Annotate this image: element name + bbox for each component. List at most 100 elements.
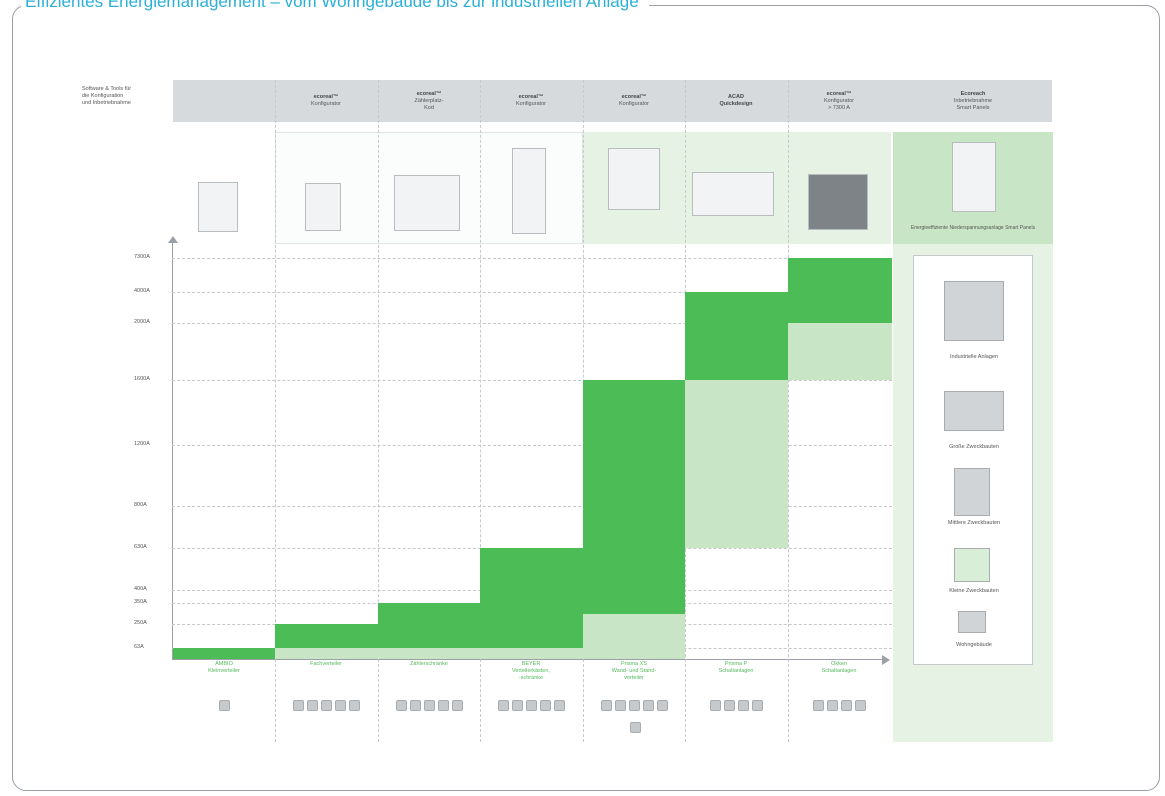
mini-thumbnails (685, 700, 787, 714)
header-col-3: ecoreal™ Zählerplatz- Kod (414, 90, 444, 111)
gridline (172, 258, 892, 259)
enclosure-thumb-icon (737, 700, 749, 711)
enclosure-thumb-icon (306, 700, 318, 711)
enclosure-image-3 (394, 175, 460, 231)
medium-building-icon (954, 468, 990, 516)
category-label: BEYER Verteilerkästen, -schränke (512, 661, 550, 681)
enclosure-thumb-icon (751, 700, 763, 711)
range-bar-fachverteiler-light (275, 648, 378, 659)
enclosure-thumb-icon (451, 700, 463, 711)
enclosure-thumb-icon (409, 700, 421, 711)
legend-label: Mittlere Zweckbauten (947, 520, 1001, 526)
mini-thumbnails (480, 700, 582, 714)
range-bar-okken-light (788, 323, 892, 380)
enclosure-thumb-icon (218, 700, 230, 711)
category-label: Prisma P Schaltanlagen (718, 661, 754, 674)
enclosure-thumb-icon (826, 700, 838, 711)
building-type-legend: Industrielle Anlagen Große Zweckbauten M… (913, 255, 1033, 665)
header-col-6: ACAD Quickdesign (719, 94, 753, 107)
header-col-5: ecoreal™ Konfigurator (619, 94, 649, 107)
enclosure-thumb-icon (642, 700, 654, 711)
legend-label: Kleine Zweckbauten (949, 588, 999, 594)
y-tick-label: 2000A (134, 319, 150, 325)
y-tick-label: 4000A (134, 288, 150, 294)
enclosure-thumb-icon (334, 700, 346, 711)
mini-thumbnails (275, 700, 377, 714)
enclosure-image-6 (692, 172, 774, 216)
enclosure-thumb-icon (709, 700, 721, 711)
range-bar-prisma-xs (583, 380, 685, 614)
y-axis-line (172, 240, 173, 660)
enclosure-image-2 (305, 183, 341, 231)
industrial-building-icon (944, 281, 1004, 341)
enclosure-image-1 (198, 182, 238, 232)
y-tick-label: 350A (134, 599, 147, 605)
category-label: Fachverteiler (310, 661, 342, 667)
range-bar-prisma-p-light (685, 380, 788, 548)
enclosure-thumb-icon (292, 700, 304, 711)
enclosure-thumb-icon (348, 700, 360, 711)
enclosure-thumb-icon (628, 700, 640, 711)
enclosure-thumb-icon (497, 700, 509, 711)
y-tick-label: 1200A (134, 441, 150, 447)
y-tick-label: 800A (134, 502, 147, 508)
enclosure-thumb-icon (723, 700, 735, 711)
column-divider (788, 80, 789, 742)
range-bar-prisma-p (685, 292, 788, 380)
enclosure-image-5 (608, 148, 660, 210)
header-col-7: ecoreal™ Konfigurator > 7300 A (824, 90, 854, 111)
enclosure-thumb-icon (840, 700, 852, 711)
mini-thumbnails (378, 700, 480, 714)
enclosure-thumb-icon (511, 700, 523, 711)
enclosure-thumb-icon (539, 700, 551, 711)
legend-label: Große Zweckbauten (949, 444, 999, 450)
category-label: Prisma XS Wand- und Stand-verteiler (611, 661, 657, 681)
enclosure-thumb-icon (423, 700, 435, 711)
enclosure-thumb-icon (395, 700, 407, 711)
small-building-icon (954, 548, 990, 582)
enclosure-image-8 (952, 142, 996, 212)
category-label: AMBIO Kleinverteiler (208, 661, 240, 674)
range-bar-prisma-xs-light (583, 614, 685, 659)
large-building-icon (944, 391, 1004, 431)
enclosure-thumb-icon (812, 700, 824, 711)
range-bar-zaehlerschraenke (378, 603, 480, 648)
enclosure-thumb-icon (854, 700, 866, 711)
range-bar-okken (788, 258, 892, 323)
enclosure-image-7 (808, 174, 868, 230)
house-icon (958, 611, 986, 633)
range-bar-beyer-light (480, 648, 583, 659)
y-tick-label: 7300A (134, 254, 150, 260)
range-bar-fachverteiler (275, 624, 378, 648)
figure-title: Effizientes Energiemanagement – vom Wohn… (21, 0, 649, 12)
header-col-4: ecoreal™ Konfigurator (516, 94, 546, 107)
enclosure-thumb-icon (614, 700, 626, 711)
mini-thumbnails (173, 700, 275, 714)
enclosure-thumb-icon (525, 700, 537, 711)
enclosure-image-4 (512, 148, 546, 234)
smart-panels-caption: Energieeffiziente Niederspannungsanlage … (910, 225, 1036, 231)
enclosure-thumb-icon (553, 700, 565, 711)
range-bar-beyer (480, 548, 583, 648)
enclosure-thumb-icon (600, 700, 612, 711)
header-left-label: Software & Tools für die Konfiguration u… (82, 86, 132, 106)
enclosure-thumb-icon (320, 700, 332, 711)
mini-thumbnails (628, 722, 642, 736)
y-tick-label: 630A (134, 544, 147, 550)
y-tick-label: 63A (134, 644, 144, 650)
enclosure-thumb-icon (437, 700, 449, 711)
enclosure-thumb-icon (629, 722, 641, 733)
mini-thumbnails (583, 700, 685, 714)
header-col-8: Ecoreach Inbetriebnahme Smart Panels (953, 90, 993, 111)
y-tick-label: 400A (134, 586, 147, 592)
y-tick-label: 250A (134, 620, 147, 626)
y-axis-arrow-icon (168, 236, 178, 243)
category-label: Okken Schaltanlagen (821, 661, 857, 674)
y-tick-label: 1600A (134, 376, 150, 382)
legend-label: Wohngebäude (956, 642, 992, 648)
enclosure-thumb-icon (656, 700, 668, 711)
range-bar-zaehlerschraenke-light (378, 648, 480, 659)
legend-label: Industrielle Anlagen (949, 354, 998, 360)
range-bar-ambio (173, 648, 275, 659)
x-axis-line (172, 659, 884, 660)
